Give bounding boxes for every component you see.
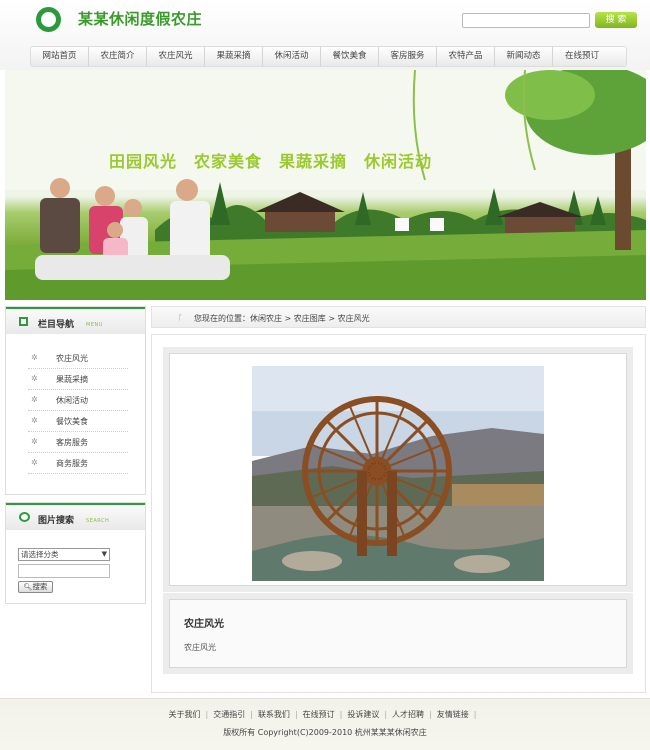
sidebar-item-activities[interactable]: ✲ 休闲活动	[28, 390, 128, 411]
banner-slogan: 田园风光 农家美食 果蔬采摘 休闲活动	[109, 152, 433, 171]
content-panel: 农庄风光 农庄风光	[151, 334, 646, 693]
photo-inner	[169, 353, 627, 586]
site-title[interactable]: 某某休闲度假农庄	[78, 8, 202, 29]
description-inner: 农庄风光 农庄风光	[169, 599, 627, 668]
nav-item-intro[interactable]: 农庄简介	[89, 47, 147, 66]
content-description: 农庄风光	[184, 643, 216, 652]
dropdown-arrow-icon: ▼	[101, 550, 107, 558]
bullet-icon: ✲	[31, 374, 38, 383]
search-input[interactable]	[462, 13, 590, 28]
sidebar-item-label: 休闲活动	[56, 396, 88, 405]
image-search-button[interactable]: 🔍︎搜索	[18, 581, 53, 593]
waterwheel-photo[interactable]	[252, 366, 544, 581]
content-title: 农庄风光	[184, 619, 224, 630]
sidebar-item-dining[interactable]: ✲ 餐饮美食	[28, 411, 128, 432]
search-button[interactable]: 搜 索	[595, 12, 637, 28]
sidebar-item-business[interactable]: ✲ 商务服务	[28, 453, 128, 474]
nav-item-activities[interactable]: 休闲活动	[263, 47, 321, 66]
breadcrumb-link-0[interactable]: 休闲农庄	[250, 314, 282, 323]
nav-item-news[interactable]: 新闻动态	[495, 47, 553, 66]
footer-link-contact[interactable]: 联系我们	[258, 710, 290, 719]
keyword-input[interactable]	[18, 564, 110, 578]
nav-item-products[interactable]: 农特产品	[437, 47, 495, 66]
logo-icon[interactable]	[36, 7, 61, 32]
photo-frame	[163, 347, 633, 592]
footer: 关于我们 | 交通指引 | 联系我们 | 在线预订 | 投诉建议 | 人才招聘 | 友情链接 | 版权所有…	[0, 698, 650, 750]
footer-link-feedback[interactable]: 投诉建议	[347, 710, 379, 719]
page: 某某休闲度假农庄 搜 索 网站首页 农庄简介 农庄风光 果蔬采摘 休闲活动 餐饮…	[0, 0, 650, 750]
breadcrumb-link-2[interactable]: 农庄风光	[338, 314, 370, 323]
nav-item-booking[interactable]: 在线预订	[553, 47, 611, 66]
footer-copyright: 版权所有 Copyright(C)2009-2010 杭州某某某休闲农庄	[223, 728, 427, 737]
footer-link-booking[interactable]: 在线预订	[303, 710, 335, 719]
nav-item-home[interactable]: 网站首页	[31, 47, 89, 66]
bullet-icon: ✲	[31, 416, 38, 425]
bullet-icon: ✲	[31, 353, 38, 362]
sidebar-item-scenery[interactable]: ✲ 农庄风光	[28, 348, 128, 369]
speech-bubble-icon	[19, 512, 30, 522]
sidebar-item-label: 农庄风光	[56, 354, 88, 363]
sidebar-nav-title: 栏目导航	[38, 320, 75, 330]
category-select[interactable]: 请选择分类 ▼	[18, 548, 110, 561]
sidebar-item-label: 果蔬采摘	[56, 375, 88, 384]
sidebar-menu: ✲ 农庄风光 ✲ 果蔬采摘 ✲ 休闲活动 ✲ 餐饮美食 ✲ 客房服务 ✲ 商务服…	[6, 334, 145, 474]
footer-link-about[interactable]: 关于我们	[169, 710, 201, 719]
location-icon: ᚴ	[178, 313, 183, 322]
breadcrumb-link-1[interactable]: 农庄图库	[294, 314, 326, 323]
nav-item-picking[interactable]: 果蔬采摘	[205, 47, 263, 66]
sidebar-item-label: 客房服务	[56, 438, 88, 447]
sidebar-search-title: 图片搜索	[38, 516, 75, 526]
sidebar-item-rooms[interactable]: ✲ 客房服务	[28, 432, 128, 453]
waterwheel-illustration	[252, 366, 544, 581]
nav-item-dining[interactable]: 餐饮美食	[321, 47, 379, 66]
sidebar-search-header: 图片搜索 SEARCH	[6, 503, 145, 530]
bullet-icon: ✲	[31, 395, 38, 404]
category-select-value: 请选择分类	[21, 550, 59, 559]
breadcrumb-text: 您现在的位置：休闲农庄 > 农庄图库 > 农庄风光	[194, 314, 370, 323]
footer-link-directions[interactable]: 交通指引	[213, 710, 245, 719]
nav-item-scenery[interactable]: 农庄风光	[147, 47, 205, 66]
banner-image: 田园风光 农家美食 果蔬采摘 休闲活动	[5, 70, 646, 300]
sidebar-nav-subtitle: MENU	[86, 322, 103, 328]
bullet-icon: ✲	[31, 458, 38, 467]
footer-link-jobs[interactable]: 人才招聘	[392, 710, 424, 719]
breadcrumb: ᚴ 您现在的位置：休闲农庄 > 农庄图库 > 农庄风光	[151, 306, 646, 328]
footer-link-friends[interactable]: 友情链接	[437, 710, 469, 719]
sidebar-nav-header: 栏目导航 MENU	[6, 307, 145, 334]
footer-links: 关于我们 | 交通指引 | 联系我们 | 在线预订 | 投诉建议 | 人才招聘 | 友情链接 |	[168, 710, 477, 719]
main-nav: 网站首页 农庄简介 农庄风光 果蔬采摘 休闲活动 餐饮美食 客房服务 农特产品 …	[30, 46, 627, 67]
nav-item-rooms[interactable]: 客房服务	[379, 47, 437, 66]
description-frame: 农庄风光 农庄风光	[163, 593, 633, 674]
sidebar-item-label: 餐饮美食	[56, 417, 88, 426]
square-icon	[19, 317, 28, 326]
banner-scene	[5, 70, 646, 300]
sidebar-search-box: 图片搜索 SEARCH 请选择分类 ▼ 🔍︎搜索	[5, 502, 146, 604]
sidebar-item-picking[interactable]: ✲ 果蔬采摘	[28, 369, 128, 390]
sidebar-search-subtitle: SEARCH	[86, 518, 110, 524]
sidebar-nav-box: 栏目导航 MENU ✲ 农庄风光 ✲ 果蔬采摘 ✲ 休闲活动 ✲ 餐饮美食 ✲ …	[5, 306, 146, 495]
sidebar-item-label: 商务服务	[56, 459, 88, 468]
bullet-icon: ✲	[31, 437, 38, 446]
